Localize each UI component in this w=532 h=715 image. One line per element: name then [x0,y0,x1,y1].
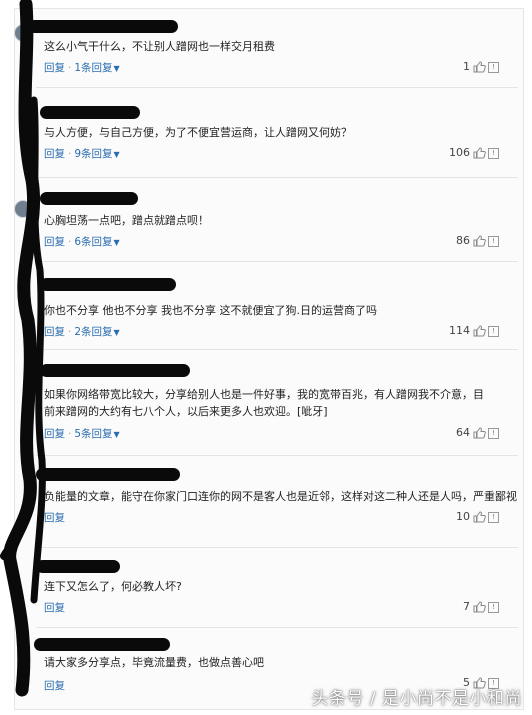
thumb-up-icon[interactable] [473,324,486,337]
redacted-username [40,192,138,205]
comment-text: 心胸坦荡一点吧，蹭点就蹭点呗！ [44,214,209,227]
comment-item: 你也不分享 他也不分享 我也不分享 这不就便宜了狗.日的运营商了吗 回复 · 2条回… [0,262,532,350]
view-replies-link[interactable]: 5条回复 [74,428,112,440]
comment-item: 这么小气干什么，不让别人蹭网也一样交月租费 回复 · 1条回复▼ 1 ! [0,10,532,88]
reply-button[interactable]: 回复 [44,236,65,248]
comment-actions: 回复 · 2条回复▼ [44,324,120,339]
comment-text: 与人方便，与自己方便，为了不便宜营运商，让人蹭网又何妨？ [44,126,352,139]
thumb-up-icon[interactable] [473,510,486,523]
report-icon[interactable]: ! [488,326,499,337]
thumb-up-icon[interactable] [473,60,486,73]
comment-text: 如果你网络带宽比较大，分享给别人也是一件好事，我的宽带百兆，有人蹭网我不介意，目… [44,388,484,418]
view-replies-link[interactable]: 9条回复 [74,148,112,160]
comment-actions: 回复 [44,510,65,525]
report-icon[interactable]: ! [488,428,499,439]
like-control[interactable]: 1 [463,60,486,73]
thumb-up-icon[interactable] [473,146,486,159]
report-icon[interactable]: ! [488,62,499,73]
reply-button[interactable]: 回复 [44,512,65,524]
comment-text: 连下又怎么了，何必教人坏? [44,580,182,593]
comment-item: 负能量的文章，能守在你家门口连你的网不是客人也是近邻，这样对这二种人还是人吗，严… [0,456,532,548]
reply-button[interactable]: 回复 [44,428,65,440]
chevron-down-icon[interactable]: ▼ [114,328,120,337]
like-count: 106 [449,146,470,159]
like-count: 1 [463,60,470,73]
comment-actions: 回复 · 6条回复▼ [44,234,120,249]
like-count: 7 [463,600,470,613]
comment-item: 与人方便，与自己方便，为了不便宜营运商，让人蹭网又何妨？ 回复 · 9条回复▼ 10… [0,88,532,178]
redacted-username [34,638,170,651]
like-control[interactable]: 106 [449,146,486,159]
reply-button[interactable]: 回复 [44,602,65,614]
view-replies-link[interactable]: 6条回复 [74,236,112,248]
chevron-down-icon[interactable]: ▼ [114,238,120,247]
like-control[interactable]: 10 [456,510,486,523]
like-control[interactable]: 64 [456,426,486,439]
chevron-down-icon[interactable]: ▼ [114,430,120,439]
redacted-username [36,468,180,481]
thumb-up-icon[interactable] [473,600,486,613]
comment-item: 连下又怎么了，何必教人坏? 回复 7 ! [0,548,532,628]
reply-button[interactable]: 回复 [44,62,65,74]
like-count: 114 [449,324,470,337]
avatar[interactable] [14,200,32,218]
comment-text: 请大家多分享点，毕竟流量费，也做点善心吧 [44,656,264,669]
comment-text: 负能量的文章，能守在你家门口连你的网不是客人也是近邻，这样对这二种人还是人吗，严… [44,490,517,503]
view-replies-link[interactable]: 1条回复 [74,62,112,74]
thumb-up-icon[interactable] [473,234,486,247]
comment-text: 这么小气干什么，不让别人蹭网也一样交月租费 [44,40,275,53]
separator-dot: · [68,326,72,338]
comment-actions: 回复 · 9条回复▼ [44,146,120,161]
separator-dot: · [68,62,72,74]
redacted-username [28,20,178,33]
separator-dot: · [68,148,72,160]
watermark: 头条号 / 是小尚不是小和尚 [311,689,522,709]
reply-button[interactable]: 回复 [44,326,65,338]
report-icon[interactable]: ! [488,512,499,523]
redacted-username [40,278,176,291]
comment-actions: 回复 [44,678,65,693]
comment-item: 心胸坦荡一点吧，蹭点就蹭点呗！ 回复 · 6条回复▼ 86 ! [0,178,532,262]
chevron-down-icon[interactable]: ▼ [114,64,120,73]
comment-text: 你也不分享 他也不分享 我也不分享 这不就便宜了狗.日的运营商了吗 [44,304,377,317]
like-count: 10 [456,510,470,523]
report-icon[interactable]: ! [488,148,499,159]
redacted-username [40,106,140,119]
comment-actions: 回复 [44,600,65,615]
redacted-username [40,364,190,377]
comment-actions: 回复 · 5条回复▼ [44,426,120,441]
separator-dot: · [68,236,72,248]
separator-dot: · [68,428,72,440]
like-count: 86 [456,234,470,247]
like-control[interactable]: 7 [463,600,486,613]
thumb-up-icon[interactable] [473,426,486,439]
view-replies-link[interactable]: 2条回复 [74,326,112,338]
comment-actions: 回复 · 1条回复▼ [44,60,120,75]
comment-item: 如果你网络带宽比较大，分享给别人也是一件好事，我的宽带百兆，有人蹭网我不介意，目… [0,350,532,456]
report-icon[interactable]: ! [488,602,499,613]
reply-button[interactable]: 回复 [44,680,65,692]
reply-button[interactable]: 回复 [44,148,65,160]
like-control[interactable]: 86 [456,234,486,247]
like-count: 64 [456,426,470,439]
redacted-username [36,560,120,573]
like-control[interactable]: 114 [449,324,486,337]
report-icon[interactable]: ! [488,236,499,247]
chevron-down-icon[interactable]: ▼ [114,150,120,159]
